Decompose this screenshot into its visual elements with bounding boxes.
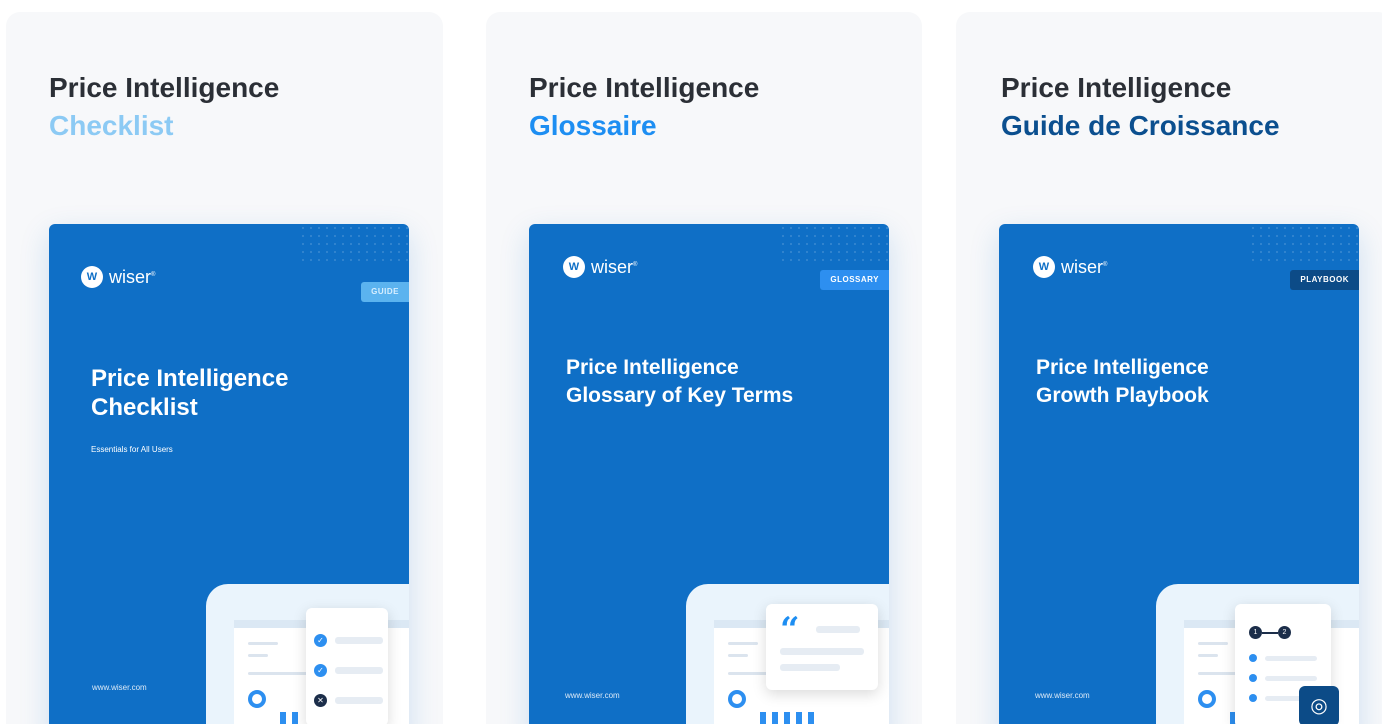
cover-title: Price Intelligence Checklist (91, 364, 288, 422)
check-icon: . (1249, 694, 1257, 702)
resource-card-glossary[interactable]: Price Intelligence Glossaire W wiser® GL… (486, 12, 922, 724)
card-title-line2: Guide de Croissance (1001, 110, 1280, 141)
logo-text: wiser (591, 256, 634, 277)
cover-url: www.wiser.com (92, 683, 147, 692)
card-title-line1: Price Intelligence (1001, 72, 1232, 103)
cover-dot-pattern (299, 224, 409, 264)
cross-icon: ✕ (314, 694, 327, 707)
ebook-cover[interactable]: W wiser® GUIDE Price Intelligence Checkl… (49, 224, 409, 724)
ebook-cover[interactable]: W wiser® PLAYBOOK Price Intelligence Gro… (999, 224, 1359, 724)
card-title-line1: Price Intelligence (529, 72, 760, 103)
logo-text: wiser (1061, 256, 1104, 277)
cover-title-line1: Price Intelligence (91, 365, 289, 392)
check-icon: . (1249, 654, 1257, 662)
quote-panel: “ (766, 604, 878, 690)
wiser-logo: W wiser® (81, 266, 155, 288)
card-title-line2: Glossaire (529, 110, 657, 141)
cover-tag: GLOSSARY (820, 270, 889, 290)
cover-dot-pattern (1249, 224, 1359, 264)
cover-title: Price Intelligence Growth Playbook (1036, 354, 1209, 410)
check-icon: ✓ (314, 664, 327, 677)
cover-title-line2: Growth Playbook (1036, 384, 1209, 407)
wiser-logo: W wiser® (1033, 256, 1107, 278)
step-2-icon: 2 (1278, 626, 1291, 639)
cover-title-line2: Checklist (91, 394, 198, 421)
cover-title: Price Intelligence Glossary of Key Terms (566, 354, 793, 410)
resource-card-playbook[interactable]: Price Intelligence Guide de Croissance W… (956, 12, 1382, 724)
target-icon: ◎ (1299, 686, 1339, 724)
wiser-logo-icon: W (1033, 256, 1055, 278)
card-title-line2: Checklist (49, 110, 174, 141)
wiser-logo: W wiser® (563, 256, 637, 278)
check-icon: ✓ (314, 634, 327, 647)
wiser-logo-icon: W (563, 256, 585, 278)
wiser-logo-icon: W (81, 266, 103, 288)
donut-icon (728, 690, 746, 708)
card-title[interactable]: Price Intelligence Glossaire (529, 69, 759, 145)
cover-url: www.wiser.com (565, 691, 620, 700)
ebook-cover[interactable]: W wiser® GLOSSARY Price Intelligence Glo… (529, 224, 889, 724)
logo-text: wiser (109, 266, 152, 287)
cover-dot-pattern (779, 224, 889, 264)
cover-title-line1: Price Intelligence (1036, 356, 1209, 379)
donut-icon (1198, 690, 1216, 708)
cover-subtitle: Essentials for All Users (91, 445, 173, 454)
card-title-line1: Price Intelligence (49, 72, 280, 103)
resource-card-checklist[interactable]: Price Intelligence Checklist W wiser® GU… (6, 12, 443, 724)
cover-title-line1: Price Intelligence (566, 356, 739, 379)
cover-url: www.wiser.com (1035, 691, 1090, 700)
card-title[interactable]: Price Intelligence Checklist (49, 69, 279, 145)
quote-icon: “ (780, 610, 800, 650)
cover-title-line2: Glossary of Key Terms (566, 384, 794, 407)
step-1-icon: 1 (1249, 626, 1262, 639)
check-icon: . (1249, 674, 1257, 682)
cover-tag: GUIDE (361, 282, 409, 302)
card-title[interactable]: Price Intelligence Guide de Croissance (1001, 69, 1280, 145)
cover-tag: PLAYBOOK (1290, 270, 1359, 290)
checklist-panel: ✓ ✓ ✕ (306, 608, 388, 724)
donut-icon (248, 690, 266, 708)
